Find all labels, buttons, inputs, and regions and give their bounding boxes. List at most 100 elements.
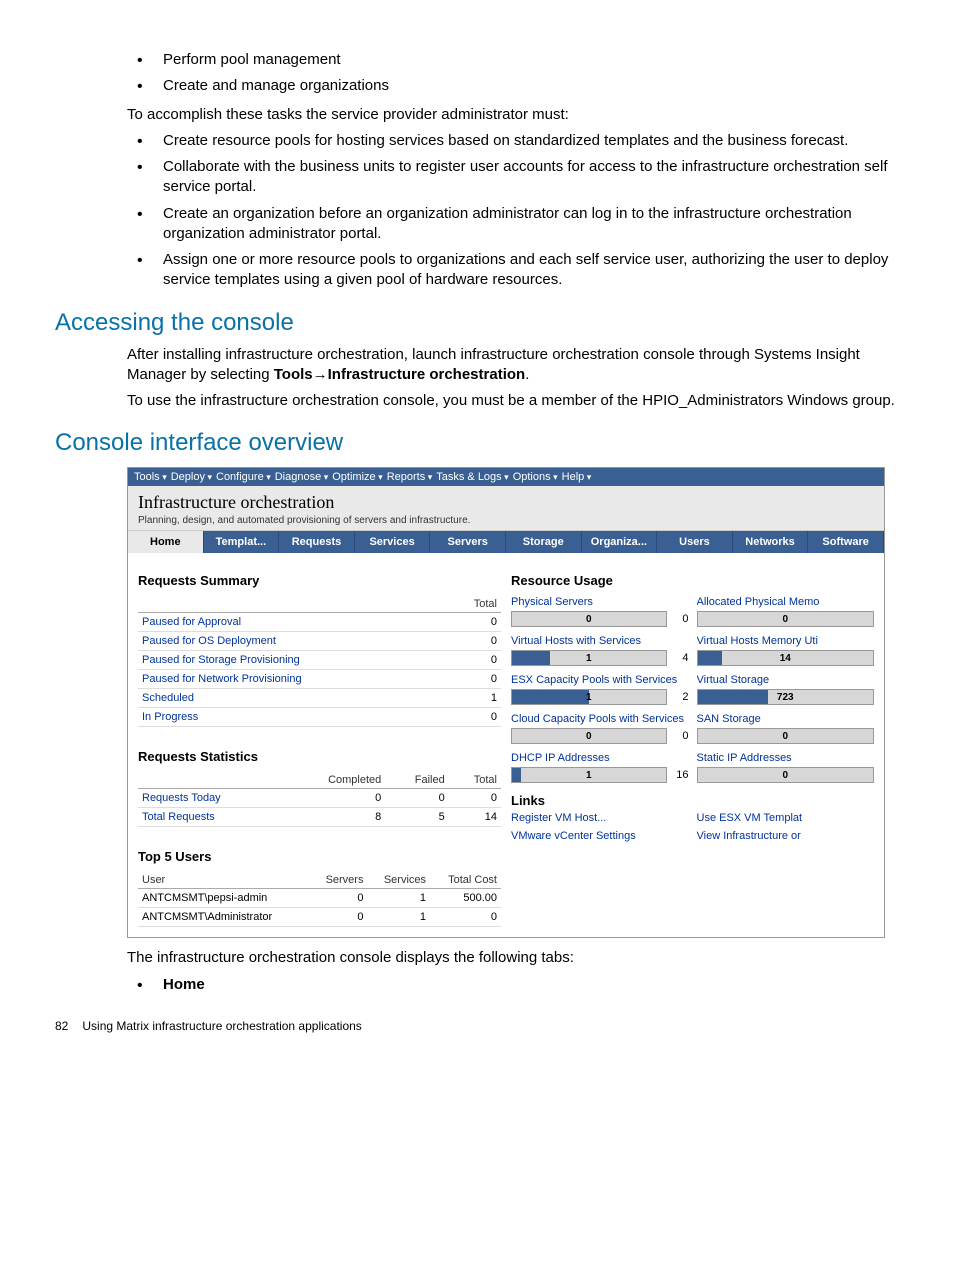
table-row: Paused for Approval0	[138, 613, 501, 632]
tab-requests[interactable]: Requests	[279, 531, 355, 553]
heading-accessing-console: Accessing the console	[55, 309, 899, 337]
resource-cell: Static IP Addresses 0	[697, 752, 875, 783]
resource-total: 16	[673, 769, 689, 781]
resource-bar: 723	[697, 689, 875, 705]
list-item: Home	[127, 975, 899, 995]
resource-cell: Physical Servers 00	[511, 596, 689, 627]
menu-help[interactable]: Help	[562, 471, 592, 483]
resource-label[interactable]: Virtual Storage	[697, 674, 875, 686]
resource-cell: Cloud Capacity Pools with Services 00	[511, 713, 689, 744]
table-row: ANTCMSMT\Administrator 0 1 0	[138, 908, 501, 927]
menu-optimize[interactable]: Optimize	[332, 471, 382, 483]
console-screenshot: Tools Deploy Configure Diagnose Optimize…	[127, 467, 885, 938]
dashboard-left-column: Requests Summary Total Paused for Approv…	[138, 567, 501, 927]
access-para-1: After installing infrastructure orchestr…	[127, 345, 899, 386]
resource-bar: 1	[511, 767, 667, 783]
top-users-table: User Servers Services Total Cost ANTCMSM…	[138, 872, 501, 927]
table-row: Paused for Network Provisioning0	[138, 670, 501, 689]
footer-text: Using Matrix infrastructure orchestratio…	[82, 1019, 361, 1033]
tab-networks[interactable]: Networks	[733, 531, 809, 553]
links-title: Links	[511, 793, 874, 808]
resource-total: 0	[673, 730, 689, 742]
tab-services[interactable]: Services	[355, 531, 431, 553]
resource-label[interactable]: Virtual Hosts Memory Uti	[697, 635, 875, 647]
resource-label[interactable]: DHCP IP Addresses	[511, 752, 689, 764]
dashboard-right-column: Resource Usage Physical Servers00Allocat…	[511, 567, 874, 927]
tab-software[interactable]: Software	[808, 531, 884, 553]
menu-diagnose[interactable]: Diagnose	[275, 471, 329, 483]
outro-para: The infrastructure orchestration console…	[127, 948, 899, 968]
resource-total: 0	[673, 613, 689, 625]
list-item: Create and manage organizations	[127, 76, 899, 96]
resource-cell: Virtual Hosts with Services 14	[511, 635, 689, 666]
resource-cell: SAN Storage0	[697, 713, 875, 744]
resource-bar: 14	[697, 650, 875, 666]
resource-label[interactable]: ESX Capacity Pools with Services	[511, 674, 689, 686]
requests-summary-table: Total Paused for Approval0 Paused for OS…	[138, 596, 501, 727]
resource-label[interactable]: Allocated Physical Memo	[697, 596, 875, 608]
list-item: Collaborate with the business units to r…	[127, 157, 899, 198]
resource-label[interactable]: Cloud Capacity Pools with Services	[511, 713, 689, 725]
col-total: Total	[444, 596, 501, 613]
resource-bar: 0	[511, 611, 667, 627]
resource-bar: 0	[697, 767, 875, 783]
intro-bullets-top: Perform pool management Create and manag…	[127, 50, 899, 97]
resource-bar: 1	[511, 689, 667, 705]
tab-users[interactable]: Users	[657, 531, 733, 553]
resource-cell: Allocated Physical Memo 0	[697, 596, 875, 627]
resource-total: 4	[673, 652, 689, 664]
table-row: ANTCMSMT\pepsi-admin 0 1 500.00	[138, 889, 501, 908]
tabbar: Home Templat... Requests Services Server…	[128, 531, 884, 553]
list-item: Assign one or more resource pools to org…	[127, 250, 899, 291]
menu-deploy[interactable]: Deploy	[171, 471, 212, 483]
menu-options[interactable]: Options	[513, 471, 558, 483]
resource-cell: Virtual Hosts Memory Uti 14	[697, 635, 875, 666]
link-vcenter-settings[interactable]: VMware vCenter Settings	[511, 830, 689, 842]
top-users-title: Top 5 Users	[138, 849, 501, 864]
resource-label[interactable]: Virtual Hosts with Services	[511, 635, 689, 647]
heading-console-overview: Console interface overview	[55, 429, 899, 457]
table-row: In Progress0	[138, 708, 501, 727]
menu-reports[interactable]: Reports	[387, 471, 433, 483]
intro-para: To accomplish these tasks the service pr…	[127, 105, 899, 125]
menubar: Tools Deploy Configure Diagnose Optimize…	[128, 468, 884, 486]
resource-bar: 0	[511, 728, 667, 744]
resource-usage-title: Resource Usage	[511, 573, 874, 588]
app-title: Infrastructure orchestration	[138, 492, 874, 513]
table-row: Paused for Storage Provisioning0	[138, 651, 501, 670]
page-number: 82	[55, 1019, 68, 1033]
table-row: Scheduled1	[138, 689, 501, 708]
link-use-esx-template[interactable]: Use ESX VM Templat	[697, 812, 875, 824]
access-para-2: To use the infrastructure orchestration …	[127, 391, 899, 411]
link-view-infrastructure[interactable]: View Infrastructure or	[697, 830, 875, 842]
tab-servers[interactable]: Servers	[430, 531, 506, 553]
resource-label[interactable]: Physical Servers	[511, 596, 689, 608]
table-row: Requests Today 0 0 0	[138, 789, 501, 808]
requests-statistics-title: Requests Statistics	[138, 749, 501, 764]
tab-home[interactable]: Home	[128, 531, 204, 553]
menu-tasks-logs[interactable]: Tasks & Logs	[436, 471, 508, 483]
menu-tools[interactable]: Tools	[134, 471, 167, 483]
menu-configure[interactable]: Configure	[216, 471, 271, 483]
requests-statistics-table: Completed Failed Total Requests Today 0 …	[138, 772, 501, 827]
tab-templates[interactable]: Templat...	[204, 531, 280, 553]
list-item: Perform pool management	[127, 50, 899, 70]
resource-label[interactable]: SAN Storage	[697, 713, 875, 725]
list-item: Create an organization before an organiz…	[127, 204, 899, 245]
link-register-vm-host[interactable]: Register VM Host...	[511, 812, 689, 824]
tab-storage[interactable]: Storage	[506, 531, 582, 553]
resource-cell: ESX Capacity Pools with Services 12	[511, 674, 689, 705]
resource-total: 2	[673, 691, 689, 703]
titlebar: Infrastructure orchestration Planning, d…	[128, 486, 884, 531]
intro-bullets-mid: Create resource pools for hosting servic…	[127, 131, 899, 291]
resource-cell: DHCP IP Addresses 1 16	[511, 752, 689, 783]
requests-summary-title: Requests Summary	[138, 573, 501, 588]
list-item: Create resource pools for hosting servic…	[127, 131, 899, 151]
app-subtitle: Planning, design, and automated provisio…	[138, 515, 874, 526]
table-row: Total Requests 8 5 14	[138, 808, 501, 827]
tab-organizations[interactable]: Organiza...	[582, 531, 658, 553]
resource-bar: 1	[511, 650, 667, 666]
resource-bar: 0	[697, 611, 875, 627]
resource-label[interactable]: Static IP Addresses	[697, 752, 875, 764]
table-row: Paused for OS Deployment0	[138, 632, 501, 651]
